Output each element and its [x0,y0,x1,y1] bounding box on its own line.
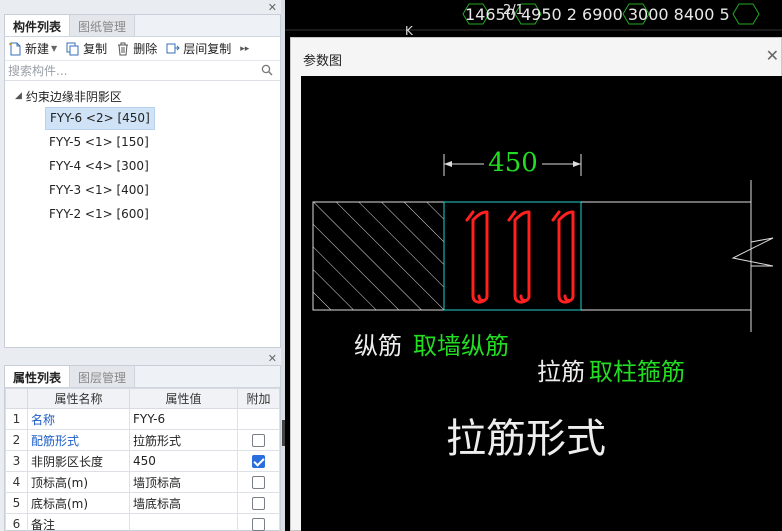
break-line-icon [731,237,774,267]
component-toolbar: 新建 ▼ 复制 删除 层间复制 ▸▸ [5,37,280,61]
tie-bars [465,210,575,304]
axis-fraction-label: 2/1 [503,3,524,18]
more-tools-button[interactable]: ▸▸ [240,44,249,54]
tab-layer-management[interactable]: 图层管理 [70,366,136,387]
property-value[interactable]: 墙底标高 [129,492,238,514]
extra-checkbox[interactable] [252,518,265,531]
property-name: 非阴影区长度 [27,450,130,472]
copy-button[interactable]: 复制 [66,40,107,57]
property-panel-close-icon[interactable]: ✕ [268,353,277,365]
table-row[interactable]: 2 配筋形式 拉筋形式 [5,429,280,451]
row-number: 4 [5,471,28,493]
hatched-wall-region [312,201,445,311]
property-table: 属性名称 属性值 附加 1 名称 FYY-6 2 配筋形式 拉筋形式 3 非阴影… [5,388,280,531]
component-panel-tabs: 构件列表 图纸管理 [5,15,280,37]
floor-copy-button-label: 层间复制 [183,42,232,56]
extra-checkbox[interactable] [252,434,265,447]
property-name: 顶标高(m) [27,471,130,493]
tab-property-list[interactable]: 属性列表 [5,366,71,387]
parameter-dialog: 参数图 ✕ 450 纵筋 取墙纵筋 拉筋 取柱箍筋 拉筋形式 [290,37,782,531]
diagram-svg: 450 纵筋 取墙纵筋 拉筋 取柱箍筋 拉筋形式 [312,148,774,462]
row-number: 6 [5,513,28,531]
delete-button[interactable]: 删除 [116,40,157,57]
close-icon[interactable]: ✕ [766,46,779,65]
longitudinal-label-prefix: 纵筋 [354,332,402,360]
search-icon[interactable] [261,64,273,79]
search-input[interactable] [5,61,280,80]
component-search [5,61,280,81]
dimension-value: 450 [488,148,538,178]
table-row[interactable]: 3 非阴影区长度 450 [5,450,280,472]
row-number: 1 [5,408,28,430]
parameter-diagram: 450 纵筋 取墙纵筋 拉筋 取柱箍筋 拉筋形式 [301,76,782,531]
diagram-caption: 拉筋形式 [446,416,606,462]
extra-checkbox[interactable] [252,476,265,489]
row-number: 3 [5,450,28,472]
property-value[interactable]: FYY-6 [129,408,238,430]
extra-checkbox[interactable] [252,497,265,510]
component-panel-close-icon[interactable]: ✕ [268,2,277,14]
copy-icon [66,42,80,56]
component-tree: ◢ 约束边缘非阴影区 FYY-6 <2> [450] FYY-5 <1> [15… [5,81,280,227]
copy-button-label: 复制 [83,42,108,56]
tab-component-list[interactable]: 构件列表 [5,15,71,36]
tree-item-fyy-6[interactable]: FYY-6 <2> [450] [45,107,155,130]
table-row[interactable]: 1 名称 FYY-6 [5,408,280,430]
property-name: 名称 [27,408,130,430]
tree-item-fyy-5[interactable]: FYY-5 <1> [150] [45,131,153,154]
floor-copy-icon [166,42,180,56]
trash-icon [116,42,130,56]
row-number: 5 [5,492,28,514]
property-value[interactable]: 拉筋形式 [129,429,238,451]
left-column: ✕ 构件列表 图纸管理 新建 ▼ 复制 删除 层间复制 ▸▸ 搜索构件... ◢… [0,0,285,531]
extra-checkbox-checked[interactable] [252,455,265,468]
property-value[interactable]: 墙顶标高 [129,471,238,493]
extra-cell [237,408,280,430]
header-index [5,388,28,409]
property-list-panel: 属性列表 图层管理 属性名称 属性值 附加 1 名称 FYY-6 2 配筋形式 … [4,365,281,531]
header-property-value: 属性值 [129,388,238,409]
tree-item-fyy-4[interactable]: FYY-4 <4> [300] [45,155,153,178]
property-name: 配筋形式 [27,429,130,451]
longitudinal-label-value: 取墙纵筋 [413,332,509,360]
table-row[interactable]: 6 备注 [5,513,280,531]
property-name: 备注 [27,513,130,531]
header-extra: 附加 [237,388,280,409]
new-button[interactable]: 新建 ▼ [8,40,57,57]
property-name: 底标高(m) [27,492,130,514]
tie-label-value: 取柱箍筋 [589,358,685,386]
row-number: 2 [5,429,28,451]
floor-copy-button[interactable]: 层间复制 [166,40,231,57]
component-list-panel: 构件列表 图纸管理 新建 ▼ 复制 删除 层间复制 ▸▸ 搜索构件... ◢ 约… [4,14,281,348]
table-row[interactable]: 5 底标高(m) 墙底标高 [5,492,280,514]
table-row[interactable]: 4 顶标高(m) 墙顶标高 [5,471,280,493]
new-file-icon [8,42,22,56]
property-value[interactable]: 450 [129,450,238,472]
new-button-label: 新建 [25,42,50,56]
expand-arrow-icon[interactable]: ◢ [15,91,22,101]
property-value[interactable] [129,513,238,531]
header-property-name: 属性名称 [27,388,130,409]
tree-item-fyy-3[interactable]: FYY-3 <1> [400] [45,179,153,202]
tree-root-label: 约束边缘非阴影区 [25,89,122,104]
property-table-header: 属性名称 属性值 附加 [5,388,280,409]
tab-drawing-management[interactable]: 图纸管理 [70,15,136,36]
property-panel-tabs: 属性列表 图层管理 [5,366,280,388]
chevron-down-icon[interactable]: ▼ [51,44,57,53]
axis-k-label: K [405,24,413,38]
delete-button-label: 删除 [133,42,158,56]
dialog-title: 参数图 [303,54,343,69]
tree-item-fyy-2[interactable]: FYY-2 <1> [600] [45,203,153,226]
tree-root-node[interactable]: ◢ 约束边缘非阴影区 [5,85,280,107]
tie-label-prefix: 拉筋 [537,358,585,386]
